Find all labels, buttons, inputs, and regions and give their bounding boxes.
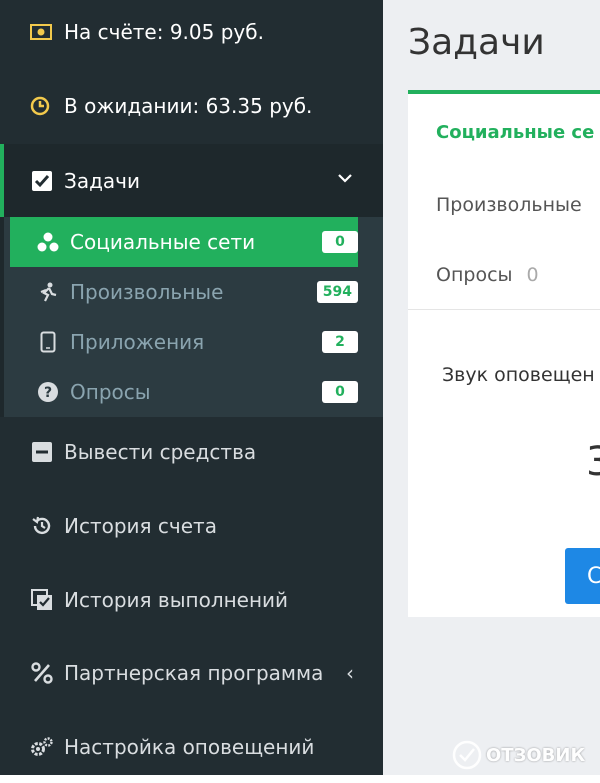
sidebar-item-account-history[interactable]: История счета — [30, 514, 370, 538]
sidebar-item-notifications[interactable]: Настройка оповещений — [30, 735, 370, 759]
action-button[interactable]: С — [565, 548, 600, 604]
custom-icon — [37, 281, 59, 303]
filter-label: Произвольные — [436, 194, 582, 216]
filter-custom[interactable]: Произвольные — [436, 194, 582, 216]
question-icon: ? — [37, 381, 59, 403]
submenu-item-social[interactable]: Социальные сети 0 — [10, 217, 358, 267]
tasks-box: Социальные се Произвольные Опросы 0 Звук … — [408, 90, 600, 617]
checked-list-icon — [30, 588, 54, 612]
balance-text: На счёте: 9.05 руб. — [64, 20, 264, 44]
checkbox-icon — [31, 170, 53, 192]
filter-label: Опросы — [436, 264, 513, 286]
phone-icon — [37, 331, 59, 353]
gears-icon — [30, 735, 54, 759]
main-content: Задачи Социальные се Произвольные Опросы… — [383, 0, 600, 783]
count-badge: 594 — [316, 281, 358, 303]
percent-icon — [30, 661, 54, 685]
box-title: Социальные се — [436, 122, 595, 143]
filter-count: 0 — [526, 264, 539, 286]
sidebar-item-withdraw[interactable]: Вывести средства — [30, 440, 370, 464]
filter-surveys[interactable]: Опросы 0 — [436, 264, 539, 286]
sidebar-item-label: Партнерская программа — [64, 661, 324, 685]
count-badge: 0 — [322, 381, 358, 403]
sidebar-item-partner[interactable]: Партнерская программа ‹ — [30, 661, 370, 685]
submenu-label: Приложения — [70, 330, 205, 354]
balance-item: На счёте: 9.05 руб. — [30, 20, 264, 44]
history-icon — [30, 514, 54, 538]
submenu-label: Социальные сети — [70, 230, 256, 254]
footer-strip — [0, 775, 600, 783]
pending-item: В ожидании: 63.35 руб. — [30, 94, 312, 118]
submenu-label: Произвольные — [70, 280, 224, 304]
count-badge: 2 — [322, 331, 358, 353]
money-icon — [30, 24, 52, 40]
sidebar-item-label: Задачи — [64, 168, 140, 193]
sidebar-item-label: Вывести средства — [64, 440, 257, 464]
svg-text:?: ? — [44, 385, 52, 401]
page-title: Задачи — [408, 22, 545, 63]
clock-icon — [30, 96, 52, 116]
watermark-text: ОТЗОВИК — [486, 744, 586, 766]
sidebar-item-label: История счета — [64, 514, 217, 538]
sidebar-item-label: Настройка оповещений — [64, 735, 315, 759]
submenu-item-custom[interactable]: Произвольные 594 — [10, 267, 358, 317]
large-text: 3 — [586, 439, 600, 485]
sound-setting-label: Звук оповещен — [442, 364, 595, 386]
sidebar-item-tasks[interactable]: Задачи — [0, 144, 383, 217]
chevron-left-icon[interactable]: ‹ — [346, 661, 354, 685]
chevron-down-icon[interactable] — [337, 170, 353, 190]
submenu-item-surveys[interactable]: ? Опросы 0 — [10, 367, 358, 417]
divider — [408, 309, 600, 310]
submenu-item-apps[interactable]: Приложения 2 — [10, 317, 358, 367]
pending-text: В ожидании: 63.35 руб. — [64, 94, 313, 118]
otzovik-logo-icon — [452, 740, 482, 770]
sidebar-item-label: История выполнений — [64, 588, 289, 612]
watermark: ОТЗОВИК — [452, 740, 585, 770]
count-badge: 0 — [322, 231, 358, 253]
submenu-label: Опросы — [70, 380, 151, 404]
sidebar: На счёте: 9.05 руб. В ожидании: 63.35 ру… — [0, 0, 383, 783]
sidebar-item-completion-history[interactable]: История выполнений — [30, 588, 370, 612]
tasks-submenu: Социальные сети 0 Произвольные 594 Прило… — [0, 217, 383, 417]
social-icon — [37, 231, 59, 253]
minus-square-icon — [30, 440, 54, 464]
